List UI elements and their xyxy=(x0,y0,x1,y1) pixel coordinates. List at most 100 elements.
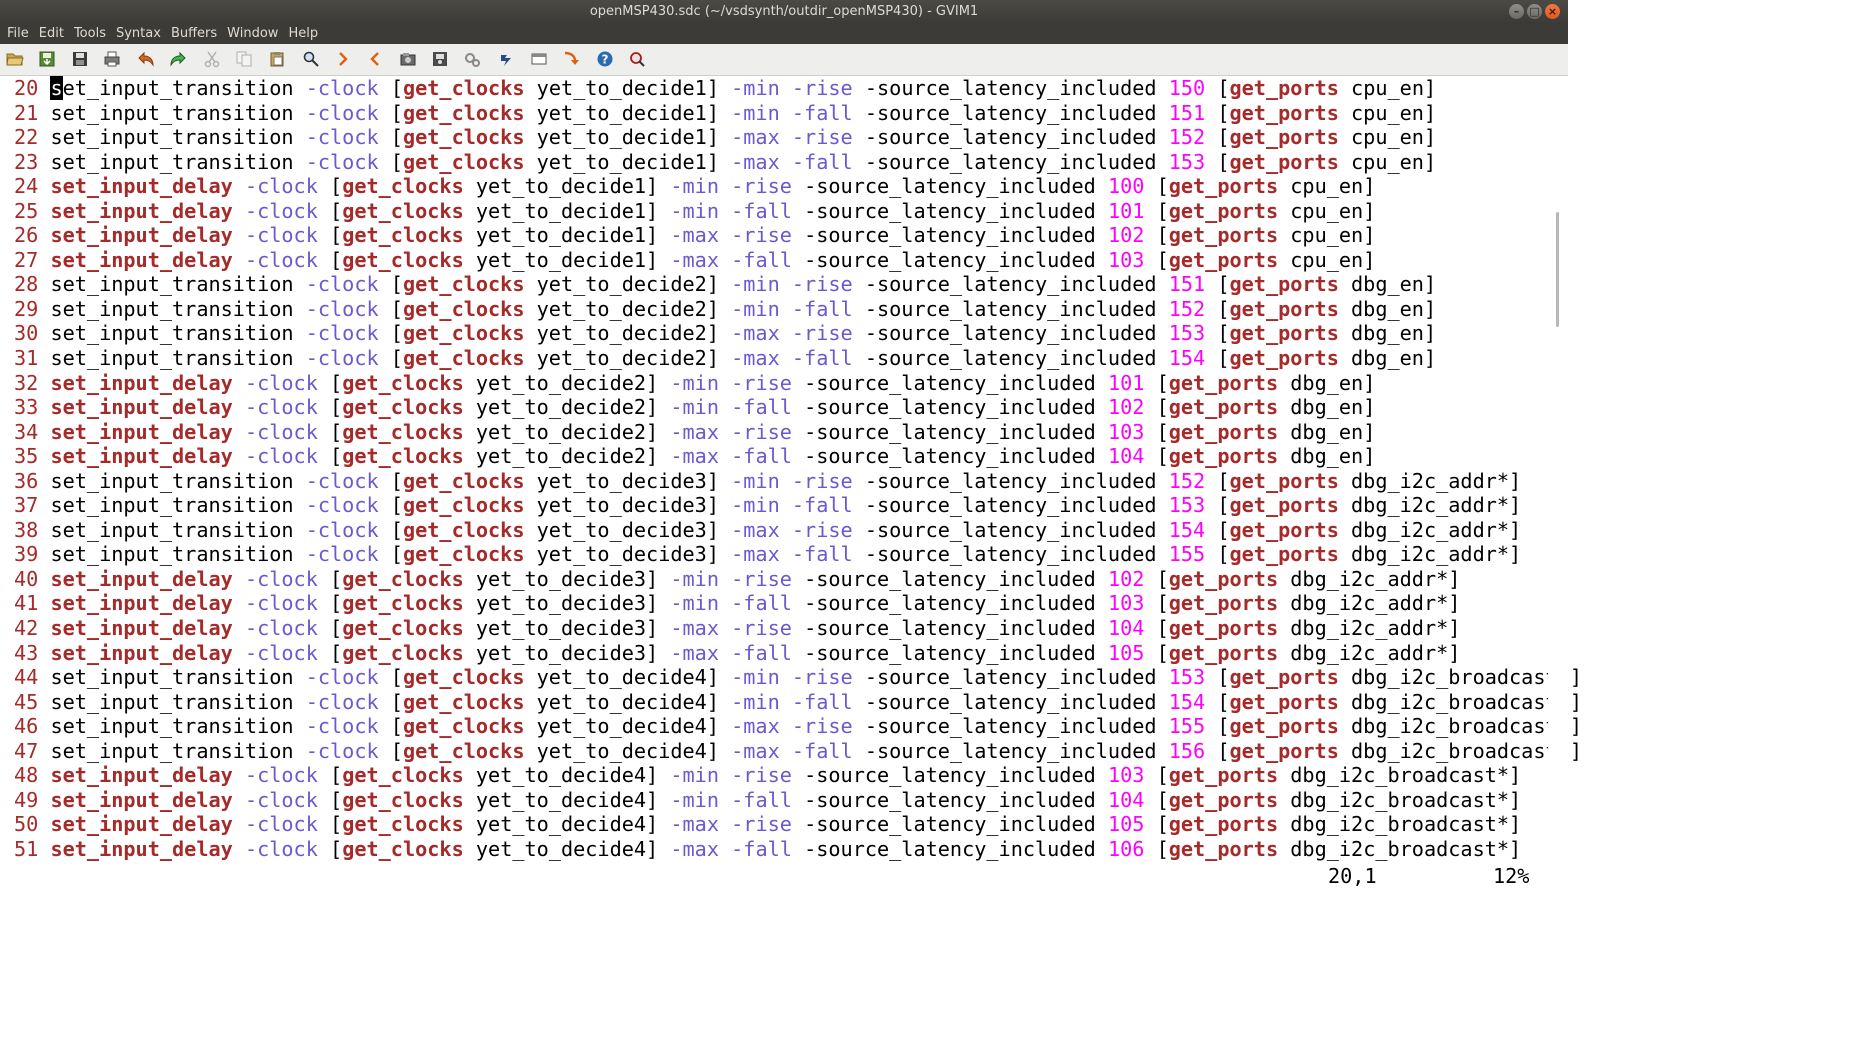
delay-value: 154 xyxy=(1168,346,1206,371)
code-line[interactable]: 23 set_input_transition -clock [get_cloc… xyxy=(14,150,1582,175)
bracket: [ xyxy=(330,640,343,665)
maximize-button[interactable]: □ xyxy=(1527,4,1542,19)
menu-help[interactable]: Help xyxy=(283,24,323,44)
code-line[interactable]: 26 set_input_delay -clock [get_clocks ye… xyxy=(14,223,1582,248)
code-line[interactable]: 33 set_input_delay -clock [get_clocks ye… xyxy=(14,395,1582,420)
delay-value: 154 xyxy=(1168,689,1206,714)
get-clocks-keyword: get_clocks xyxy=(342,812,464,837)
text-editor[interactable]: 20 set_input_transition -clock [get_cloc… xyxy=(0,76,1582,864)
code-line[interactable]: 21 set_input_transition -clock [get_cloc… xyxy=(14,101,1582,126)
find-next-icon[interactable] xyxy=(334,50,352,68)
clock-name: yet_to_decide1 xyxy=(475,247,647,272)
code-line[interactable]: 50 set_input_delay -clock [get_clocks ye… xyxy=(14,812,1582,837)
code-line[interactable]: 27 set_input_delay -clock [get_clocks ye… xyxy=(14,248,1582,273)
redo-icon[interactable] xyxy=(169,50,187,68)
scrollbar-thumb[interactable] xyxy=(1556,211,1559,327)
bracket: [ xyxy=(1156,812,1169,837)
make-icon[interactable] xyxy=(498,50,516,68)
code-line[interactable]: 28 set_input_transition -clock [get_cloc… xyxy=(14,272,1582,297)
latency-option: -source_latency_included xyxy=(864,493,1157,518)
code-line[interactable]: 30 set_input_transition -clock [get_cloc… xyxy=(14,321,1582,346)
code-line[interactable]: 20 set_input_transition -clock [get_cloc… xyxy=(14,76,1582,101)
clock-name: yet_to_decide2 xyxy=(536,346,707,371)
copy-icon[interactable] xyxy=(235,50,253,68)
menu-file[interactable]: File xyxy=(2,24,34,44)
undo-icon[interactable] xyxy=(137,50,155,68)
sdc-command: set_input_transition xyxy=(50,149,294,174)
scrollbar[interactable] xyxy=(1548,76,1568,864)
code-line[interactable]: 29 set_input_transition -clock [get_cloc… xyxy=(14,297,1582,322)
code-line[interactable]: 48 set_input_delay -clock [get_clocks ye… xyxy=(14,763,1582,788)
save-all-icon[interactable] xyxy=(71,50,89,68)
sdc-command: set_input_transition xyxy=(50,542,294,567)
open-icon[interactable] xyxy=(6,50,24,68)
find-replace-icon[interactable] xyxy=(302,50,320,68)
code-line[interactable]: 47 set_input_transition -clock [get_cloc… xyxy=(14,739,1582,764)
code-line[interactable]: 36 set_input_transition -clock [get_cloc… xyxy=(14,469,1582,494)
menu-buffers[interactable]: Buffers xyxy=(166,24,222,44)
cut-icon[interactable] xyxy=(203,50,221,68)
bracket: ] xyxy=(1423,100,1437,125)
bracket: [ xyxy=(1217,296,1230,321)
paste-icon[interactable] xyxy=(268,50,286,68)
bracket: ] xyxy=(1423,125,1437,150)
code-line[interactable]: 51 set_input_delay -clock [get_clocks ye… xyxy=(14,837,1582,862)
bracket: [ xyxy=(1217,689,1230,714)
code-line[interactable]: 25 set_input_delay -clock [get_clocks ye… xyxy=(14,199,1582,224)
code-line[interactable]: 43 set_input_delay -clock [get_clocks ye… xyxy=(14,641,1582,666)
code-line[interactable]: 41 set_input_delay -clock [get_clocks ye… xyxy=(14,591,1582,616)
code-line[interactable]: 45 set_input_transition -clock [get_cloc… xyxy=(14,690,1582,715)
help-icon[interactable]: ? xyxy=(596,50,614,68)
code-line[interactable]: 34 set_input_delay -clock [get_clocks ye… xyxy=(14,420,1582,445)
code-line[interactable]: 39 set_input_transition -clock [get_cloc… xyxy=(14,542,1582,567)
run-script-icon[interactable] xyxy=(463,50,481,68)
save-icon[interactable] xyxy=(38,50,56,68)
code-line[interactable]: 24 set_input_delay -clock [get_clocks ye… xyxy=(14,174,1582,199)
menu-tools[interactable]: Tools xyxy=(69,24,111,44)
save-session-icon[interactable] xyxy=(431,50,449,68)
sdc-command: set_input_transition xyxy=(50,100,294,125)
close-button[interactable]: × xyxy=(1545,4,1560,19)
bracket: [ xyxy=(330,591,343,616)
code-buffer[interactable]: 20 set_input_transition -clock [get_cloc… xyxy=(14,76,1582,862)
menu-syntax[interactable]: Syntax xyxy=(111,24,166,44)
sdc-command: set_input_transition xyxy=(50,346,294,371)
code-line[interactable]: 31 set_input_transition -clock [get_cloc… xyxy=(14,346,1582,371)
minmax-option: -max xyxy=(731,517,780,542)
latency-option: -source_latency_included xyxy=(864,76,1157,100)
menu-edit[interactable]: Edit xyxy=(34,24,69,44)
delay-value: 152 xyxy=(1168,125,1206,150)
code-line[interactable]: 32 set_input_delay -clock [get_clocks ye… xyxy=(14,371,1582,396)
code-line[interactable]: 46 set_input_transition -clock [get_cloc… xyxy=(14,714,1582,739)
find-prev-icon[interactable] xyxy=(366,50,384,68)
code-line[interactable]: 37 set_input_transition -clock [get_cloc… xyxy=(14,493,1582,518)
minimize-button[interactable]: – xyxy=(1509,4,1524,19)
port-name: dbg_i2c_broadcast* xyxy=(1290,812,1510,837)
delay-value: 101 xyxy=(1107,198,1145,223)
code-line[interactable]: 40 set_input_delay -clock [get_clocks ye… xyxy=(14,567,1582,592)
shell-icon[interactable] xyxy=(530,50,548,68)
minmax-option: -min xyxy=(731,468,780,493)
load-session-icon[interactable] xyxy=(399,50,417,68)
code-line[interactable]: 38 set_input_transition -clock [get_cloc… xyxy=(14,518,1582,543)
minmax-option: -max xyxy=(670,419,719,444)
bracket: ] xyxy=(706,321,719,346)
print-icon[interactable] xyxy=(103,50,121,68)
code-line[interactable]: 35 set_input_delay -clock [get_clocks ye… xyxy=(14,444,1582,469)
bracket: ] xyxy=(706,738,719,763)
code-line[interactable]: 44 set_input_transition -clock [get_cloc… xyxy=(14,665,1582,690)
tags-jump-icon[interactable] xyxy=(562,50,580,68)
code-line[interactable]: 22 set_input_transition -clock [get_cloc… xyxy=(14,125,1582,150)
clock-option: -clock xyxy=(244,591,318,616)
clock-name: yet_to_decide1 xyxy=(475,223,647,248)
find-help-icon[interactable] xyxy=(628,50,646,68)
latency-option: -source_latency_included xyxy=(864,321,1157,346)
edge-option: -fall xyxy=(791,100,853,125)
sdc-command: set_input_delay xyxy=(50,640,233,665)
code-line[interactable]: 42 set_input_delay -clock [get_clocks ye… xyxy=(14,616,1582,641)
latency-option: -source_latency_included xyxy=(804,787,1096,812)
code-line[interactable]: 49 set_input_delay -clock [get_clocks ye… xyxy=(14,788,1582,813)
latency-option: -source_latency_included xyxy=(804,616,1096,641)
menu-window[interactable]: Window xyxy=(222,24,283,44)
bracket: [ xyxy=(1156,370,1169,395)
